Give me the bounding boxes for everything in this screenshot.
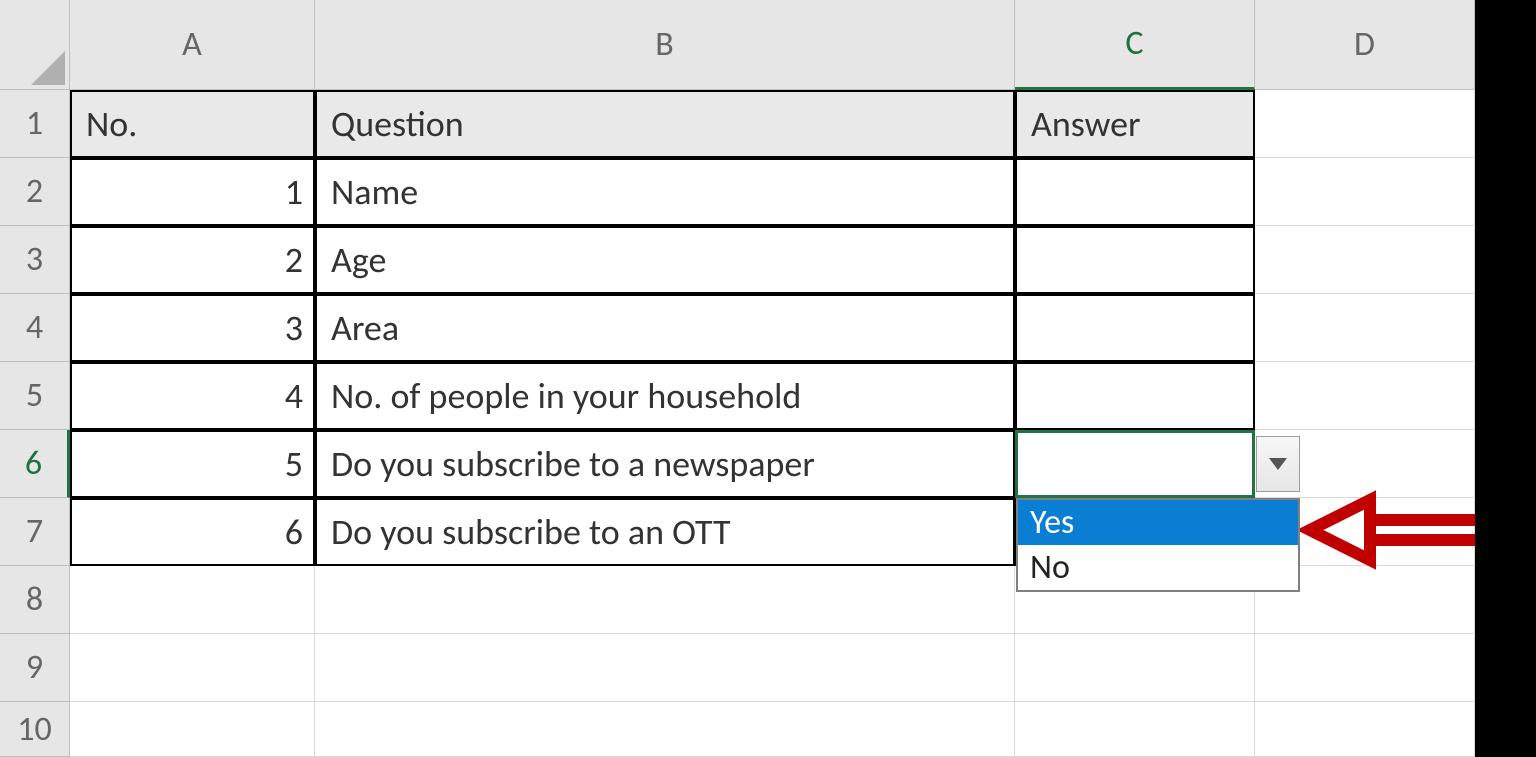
cell-B7-text: Do you subscribe to an OTT — [331, 510, 731, 554]
cell-A1[interactable]: No. — [70, 90, 315, 158]
row-header-7-label: 7 — [26, 511, 43, 552]
cell-A2[interactable]: 1 — [70, 158, 315, 226]
row-header-1-label: 1 — [26, 103, 43, 144]
col-header-C-label: C — [1125, 23, 1143, 64]
row-header-7[interactable]: 7 — [0, 498, 70, 566]
cell-C2[interactable] — [1015, 158, 1255, 226]
row-header-3-label: 3 — [26, 239, 43, 280]
cell-B5-text: No. of people in your household — [331, 374, 801, 418]
cell-C10[interactable] — [1015, 702, 1255, 757]
cell-D4[interactable] — [1255, 294, 1475, 362]
row-header-2[interactable]: 2 — [0, 158, 70, 226]
cell-A4-text: 3 — [285, 306, 303, 350]
cell-A10[interactable] — [70, 702, 315, 757]
dropdown-option-no[interactable]: No — [1018, 545, 1298, 590]
col-header-A[interactable]: A — [70, 0, 315, 90]
cell-B6-text: Do you subscribe to a newspaper — [331, 442, 815, 486]
right-black-bar — [1475, 0, 1536, 757]
row-header-9-label: 9 — [26, 647, 43, 688]
cell-A5-text: 4 — [285, 374, 303, 418]
cell-A6-text: 5 — [285, 442, 303, 486]
cell-C5[interactable] — [1015, 362, 1255, 430]
cell-B1-text: Question — [331, 102, 464, 146]
dropdown-option-yes-label: Yes — [1030, 502, 1074, 543]
cell-C4[interactable] — [1015, 294, 1255, 362]
cell-B8[interactable] — [315, 566, 1015, 634]
cell-A7-text: 6 — [285, 510, 303, 554]
cell-A2-text: 1 — [285, 170, 303, 214]
cell-D9[interactable] — [1255, 634, 1475, 702]
cell-B4-text: Area — [331, 306, 399, 350]
col-header-D[interactable]: D — [1255, 0, 1475, 90]
annotation-arrow-icon — [1300, 485, 1480, 575]
row-header-10-label: 10 — [17, 709, 51, 750]
cell-B2[interactable]: Name — [315, 158, 1015, 226]
cell-A1-text: No. — [86, 102, 137, 146]
row-header-6[interactable]: 6 — [0, 430, 70, 498]
row-header-5[interactable]: 5 — [0, 362, 70, 430]
cell-B5[interactable]: No. of people in your household — [315, 362, 1015, 430]
cell-B2-text: Name — [331, 170, 418, 214]
row-header-5-label: 5 — [26, 375, 43, 416]
row-header-10[interactable]: 10 — [0, 702, 70, 757]
cell-A9[interactable] — [70, 634, 315, 702]
cell-C3[interactable] — [1015, 226, 1255, 294]
cell-D2[interactable] — [1255, 158, 1475, 226]
cell-A5[interactable]: 4 — [70, 362, 315, 430]
row-header-6-label: 6 — [25, 443, 42, 484]
dropdown-option-yes[interactable]: Yes — [1018, 500, 1298, 545]
cell-D3[interactable] — [1255, 226, 1475, 294]
row-header-4[interactable]: 4 — [0, 294, 70, 362]
col-header-D-label: D — [1354, 24, 1375, 65]
cell-B6[interactable]: Do you subscribe to a newspaper — [315, 430, 1015, 498]
cell-B3-text: Age — [331, 238, 386, 282]
cell-A4[interactable]: 3 — [70, 294, 315, 362]
cell-B7[interactable]: Do you subscribe to an OTT — [315, 498, 1015, 566]
cell-C9[interactable] — [1015, 634, 1255, 702]
row-header-4-label: 4 — [26, 307, 43, 348]
col-header-B[interactable]: B — [315, 0, 1015, 90]
cell-C1-text: Answer — [1031, 102, 1141, 146]
cell-D1[interactable] — [1255, 90, 1475, 158]
row-header-8[interactable]: 8 — [0, 566, 70, 634]
cell-C1[interactable]: Answer — [1015, 90, 1255, 158]
row-header-2-label: 2 — [26, 171, 43, 212]
col-header-A-label: A — [182, 24, 202, 65]
data-validation-dropdown-button[interactable] — [1256, 436, 1300, 492]
cell-A8[interactable] — [70, 566, 315, 634]
dropdown-option-no-label: No — [1030, 547, 1070, 588]
cell-B1[interactable]: Question — [315, 90, 1015, 158]
cell-D10[interactable] — [1255, 702, 1475, 757]
select-all-corner[interactable] — [0, 0, 70, 90]
cell-A3-text: 2 — [285, 238, 303, 282]
col-header-C[interactable]: C — [1015, 0, 1255, 90]
cell-C6[interactable] — [1015, 430, 1255, 498]
col-header-B-label: B — [655, 24, 674, 65]
cell-B10[interactable] — [315, 702, 1015, 757]
row-header-3[interactable]: 3 — [0, 226, 70, 294]
data-validation-dropdown-list[interactable]: Yes No — [1016, 498, 1300, 592]
cell-B4[interactable]: Area — [315, 294, 1015, 362]
worksheet: A B C D 1 2 3 4 5 6 7 8 9 10 No. Questio… — [0, 0, 1536, 757]
row-header-1[interactable]: 1 — [0, 90, 70, 158]
chevron-down-icon — [1269, 458, 1287, 470]
row-header-9[interactable]: 9 — [0, 634, 70, 702]
row-header-8-label: 8 — [26, 579, 43, 620]
cell-B3[interactable]: Age — [315, 226, 1015, 294]
cell-B9[interactable] — [315, 634, 1015, 702]
cell-A3[interactable]: 2 — [70, 226, 315, 294]
cell-D5[interactable] — [1255, 362, 1475, 430]
cell-A6[interactable]: 5 — [70, 430, 315, 498]
cell-A7[interactable]: 6 — [70, 498, 315, 566]
